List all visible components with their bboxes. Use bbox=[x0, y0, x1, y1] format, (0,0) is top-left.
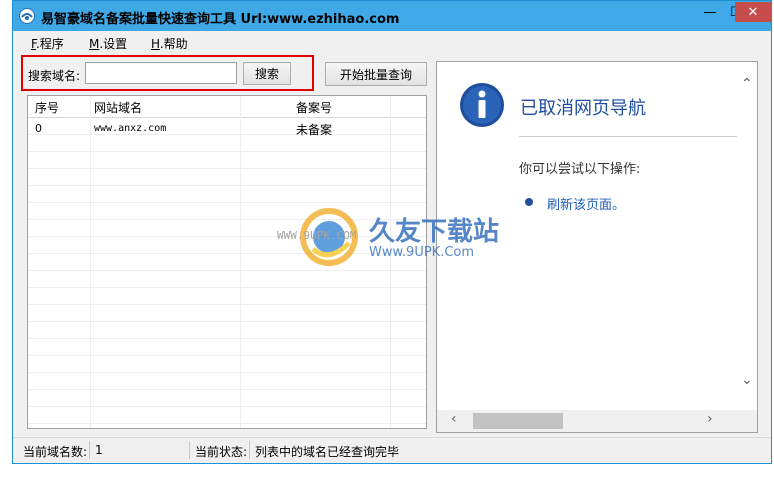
minimize-button[interactable]: — bbox=[697, 2, 723, 22]
status-state-value: 列表中的域名已经查询完毕 bbox=[255, 445, 400, 459]
status-separator bbox=[189, 441, 190, 459]
cell-record: 未备案 bbox=[296, 123, 333, 137]
refresh-page-link[interactable]: 刷新该页面。 bbox=[547, 194, 625, 213]
domain-count-value: 1 bbox=[95, 443, 103, 457]
status-bar: 当前域名数: 1 当前状态: 列表中的域名已经查询完毕 bbox=[13, 437, 771, 462]
menu-settings[interactable]: M.设置 bbox=[89, 35, 127, 52]
info-icon bbox=[460, 83, 504, 127]
menu-program-label: .程序 bbox=[35, 37, 64, 51]
navigation-canceled-title: 已取消网页导航 bbox=[520, 98, 646, 119]
app-window: 易智豪域名备案批量快速查询工具 Url:www.ezhihao.com — ☐ … bbox=[12, 0, 772, 464]
watermark-url-small: WWW.9UPK.COM bbox=[277, 229, 357, 242]
menu-settings-label: .设置 bbox=[99, 37, 128, 51]
divider bbox=[519, 136, 737, 137]
menu-help[interactable]: H.帮助 bbox=[151, 35, 188, 52]
menu-bar: F.程序 M.设置 H.帮助 bbox=[13, 31, 771, 53]
window-title: 易智豪域名备案批量快速查询工具 Url:www.ezhihao.com bbox=[41, 12, 400, 27]
menu-settings-key: M bbox=[89, 37, 100, 51]
status-separator bbox=[249, 441, 250, 459]
suggestion-text: 你可以尝试以下操作: bbox=[519, 162, 641, 177]
scroll-left-icon[interactable]: ‹ bbox=[451, 411, 457, 427]
domain-count-label: 当前域名数: bbox=[23, 445, 88, 459]
app-icon bbox=[19, 8, 35, 24]
scroll-up-icon[interactable]: ⌃ bbox=[741, 76, 753, 92]
column-header-domain[interactable]: 网站域名 bbox=[94, 99, 142, 116]
horizontal-scrollbar[interactable]: ‹ › bbox=[437, 410, 757, 432]
column-header-index[interactable]: 序号 bbox=[35, 99, 59, 116]
column-header-record[interactable]: 备案号 bbox=[296, 99, 332, 116]
cell-domain: www.anxz.com bbox=[94, 123, 167, 134]
search-label: 搜索域名: bbox=[28, 69, 81, 83]
status-state-label: 当前状态: bbox=[195, 445, 248, 459]
status-separator bbox=[89, 441, 90, 459]
horizontal-scroll-thumb[interactable] bbox=[473, 413, 563, 429]
vertical-scrollbar[interactable]: ⌃ ⌄ bbox=[737, 62, 757, 410]
search-button[interactable]: 搜索 bbox=[243, 62, 291, 85]
title-bar[interactable]: 易智豪域名备案批量快速查询工具 Url:www.ezhihao.com — ☐ … bbox=[13, 1, 771, 31]
menu-help-label: .帮助 bbox=[159, 37, 188, 51]
watermark-brand: 久友下载站 bbox=[369, 217, 500, 247]
batch-query-button[interactable]: 开始批量查询 bbox=[325, 62, 427, 86]
menu-help-key: H bbox=[151, 37, 160, 51]
search-input[interactable] bbox=[85, 62, 237, 84]
menu-program[interactable]: F.程序 bbox=[31, 35, 64, 52]
scroll-down-icon[interactable]: ⌄ bbox=[741, 372, 753, 388]
watermark: WWW.9UPK.COM 久友下载站 Www.9UPK.Com bbox=[277, 193, 517, 273]
scroll-right-icon[interactable]: › bbox=[707, 411, 713, 427]
watermark-url: Www.9UPK.Com bbox=[369, 245, 475, 260]
close-button[interactable]: ✕ bbox=[735, 2, 771, 22]
bullet-icon bbox=[525, 198, 533, 206]
cell-index: 0 bbox=[35, 122, 42, 135]
